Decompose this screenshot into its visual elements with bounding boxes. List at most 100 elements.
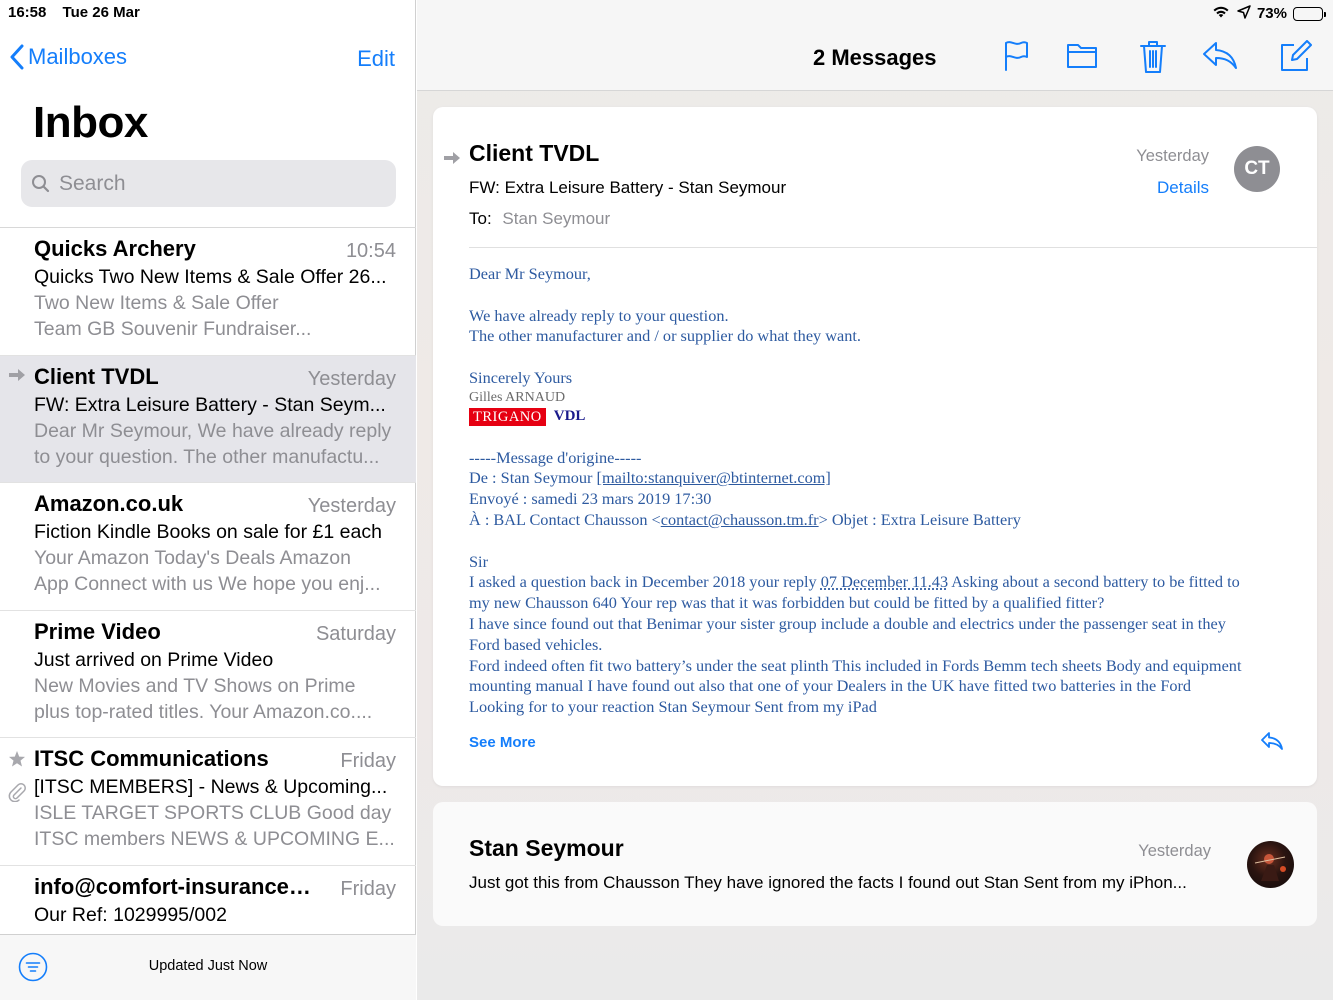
body-line: De : Stan Seymour [mailto:stanquiver@bti… <box>469 468 1289 489</box>
message-card-collapsed[interactable]: Stan Seymour Just got this from Chausson… <box>433 802 1317 926</box>
message-preview: ISLE TARGET SPORTS CLUB Good day ITSC me… <box>34 800 396 852</box>
body-line: Dear Mr Seymour, <box>469 264 591 283</box>
location-icon <box>1237 4 1251 23</box>
body-line: -----Message d'origine----- <box>469 447 642 467</box>
mailbox-sidebar: 16:58 Tue 26 Mar Mailboxes Edit Inbox Se… <box>0 0 416 1000</box>
message-subject: Fiction Kindle Books on sale for £1 each <box>34 521 382 543</box>
message-preview-line: New Movies and TV Shows on Prime <box>34 674 356 697</box>
message-card-expanded: Client TVDL FW: Extra Leisure Battery - … <box>433 107 1317 786</box>
email-link[interactable]: contact@chausson.tm.fr <box>661 510 819 529</box>
mailto-link[interactable]: [mailto:stanquiver@btinternet.com] <box>597 468 831 487</box>
status-bar-right: 73% <box>1211 4 1326 23</box>
message-row-amazon[interactable]: Amazon.co.uk Yesterday Fiction Kindle Bo… <box>0 483 416 611</box>
message-preview: Dear Mr Seymour, We have already reply t… <box>34 418 396 470</box>
divider <box>469 247 1317 248</box>
details-button[interactable]: Details <box>1157 178 1209 198</box>
see-more-button[interactable]: See More <box>469 734 536 751</box>
wifi-icon <box>1211 4 1231 23</box>
message-preview-line: Your Amazon Today's Deals Amazon <box>34 547 351 569</box>
recipient-name[interactable]: Stan Seymour <box>502 209 610 228</box>
message-date: Saturday <box>315 622 396 645</box>
status-bar-left-copy: 16:58 Tue 26 Mar <box>8 4 152 21</box>
message-preview: Two New Items & Sale Offer Team GB Souve… <box>34 290 396 342</box>
search-icon <box>32 174 50 192</box>
message-sender: Client TVDL <box>469 140 600 166</box>
folder-icon[interactable] <box>1066 40 1098 75</box>
chevron-left-icon <box>10 44 24 70</box>
flag-icon[interactable] <box>1003 40 1029 77</box>
message-date: Friday <box>340 877 396 900</box>
signature-logos: TRIGANO VDL <box>469 407 1289 427</box>
message-date: Friday <box>340 750 396 772</box>
message-date: Yesterday <box>1138 842 1211 860</box>
message-preview: Just got this from Chausson They have ig… <box>469 873 1187 892</box>
bottom-toolbar: Updated Just Now <box>0 934 416 1000</box>
avatar: CT <box>1234 146 1280 192</box>
message-list: Quicks Archery 10:54 Quicks Two New Item… <box>0 228 416 934</box>
message-preview: New Movies and TV Shows on Prime plus to… <box>34 673 396 725</box>
reply-icon[interactable] <box>1261 731 1283 756</box>
mailboxes-back-button[interactable]: Mailboxes <box>10 44 127 70</box>
body-line: Looking for to your reaction Stan Seymou… <box>469 697 877 717</box>
edit-button[interactable]: Edit <box>357 46 395 72</box>
message-preview-line: plus top-rated titles. Your Amazon.co...… <box>34 700 373 723</box>
search-input[interactable]: Search <box>21 160 396 207</box>
message-sender: info@comfort-insurance.c... <box>34 873 314 899</box>
date-link[interactable]: 07 December 11.43 <box>821 572 948 591</box>
page-title: Inbox <box>33 98 148 147</box>
message-detail-pane: 2 Messages Client TVDL FW: Extra Leisure… <box>417 0 1333 1000</box>
body-line: Sincerely Yours <box>469 367 573 387</box>
status-date: Tue 26 Mar <box>62 4 140 21</box>
message-preview-line: Two New Items & Sale Offer <box>34 292 279 314</box>
body-line: I have since found out that Benimar your… <box>469 613 1226 633</box>
message-sender: Stan Seymour <box>469 835 624 861</box>
body-text: Asking about a second battery to be fitt… <box>948 572 1240 592</box>
message-date: 10:54 <box>345 240 396 262</box>
message-date: Yesterday <box>307 367 396 390</box>
compose-icon[interactable] <box>1280 40 1312 77</box>
message-subject: Quicks Two New Items & Sale Offer 26... <box>34 266 387 288</box>
message-subject: FW: Extra Leisure Battery - Stan Seymour <box>469 178 787 197</box>
body-line: Ford indeed often fit two battery’s unde… <box>469 655 1242 675</box>
battery-icon <box>1293 6 1326 21</box>
trash-icon[interactable] <box>1139 40 1167 79</box>
message-preview-line: ITSC members NEWS & UPCOMING E... <box>34 828 395 850</box>
message-subject: Just arrived on Prime Video <box>34 648 274 671</box>
to-label: To: <box>469 209 492 228</box>
search-placeholder: Search <box>59 171 126 195</box>
message-subject: [ITSC MEMBERS] - News & Upcoming... <box>34 776 388 798</box>
forwarded-arrow-icon <box>443 149 461 170</box>
message-sender: Prime Video <box>34 618 161 644</box>
detail-toolbar: 2 Messages <box>417 0 1333 91</box>
body-text: À : BAL Contact Chausson < <box>469 509 661 529</box>
body-line: I asked a question back in December 2018… <box>469 572 1289 593</box>
message-row-comfort-insurance[interactable]: info@comfort-insurance.c... Friday Our R… <box>0 866 416 935</box>
body-line: Sir <box>469 551 489 571</box>
mailboxes-back-label: Mailboxes <box>28 44 128 69</box>
message-date: Yesterday <box>1136 147 1209 165</box>
message-sender: ITSC Communications <box>34 746 269 771</box>
body-text: De : Stan Seymour <box>469 468 597 488</box>
avatar <box>1247 841 1294 888</box>
body-text: > Objet : Extra Leisure Battery <box>818 509 1021 529</box>
message-subject: Our Ref: 1029995/002 <box>34 903 227 926</box>
message-preview-line: Team GB Souvenir Fundraiser... <box>34 318 312 340</box>
status-time: 16:58 <box>8 4 47 21</box>
trigano-logo: TRIGANO <box>469 407 546 426</box>
signature-name: Gilles ARNAUD <box>469 389 566 405</box>
forwarded-arrow-icon <box>8 368 26 387</box>
message-sender: Quicks Archery <box>34 236 196 261</box>
message-row-quicks-archery[interactable]: Quicks Archery 10:54 Quicks Two New Item… <box>0 228 416 356</box>
message-row-client-tvdl[interactable]: Client TVDL Yesterday FW: Extra Leisure … <box>0 355 416 483</box>
body-text: I asked a question back in December 2018… <box>469 572 821 592</box>
body-line: mounting manual I have found out also th… <box>469 676 1192 696</box>
star-icon <box>8 750 26 773</box>
message-row-itsc[interactable]: ITSC Communications Friday [ITSC MEMBERS… <box>0 738 416 866</box>
message-row-prime-video[interactable]: Prime Video Saturday Just arrived on Pri… <box>0 611 416 738</box>
reply-icon[interactable] <box>1202 40 1238 75</box>
message-preview-line: ISLE TARGET SPORTS CLUB Good day <box>34 802 392 824</box>
message-preview-line: to your question. The other manufactu... <box>34 445 380 468</box>
thread-title: 2 Messages <box>813 45 937 70</box>
